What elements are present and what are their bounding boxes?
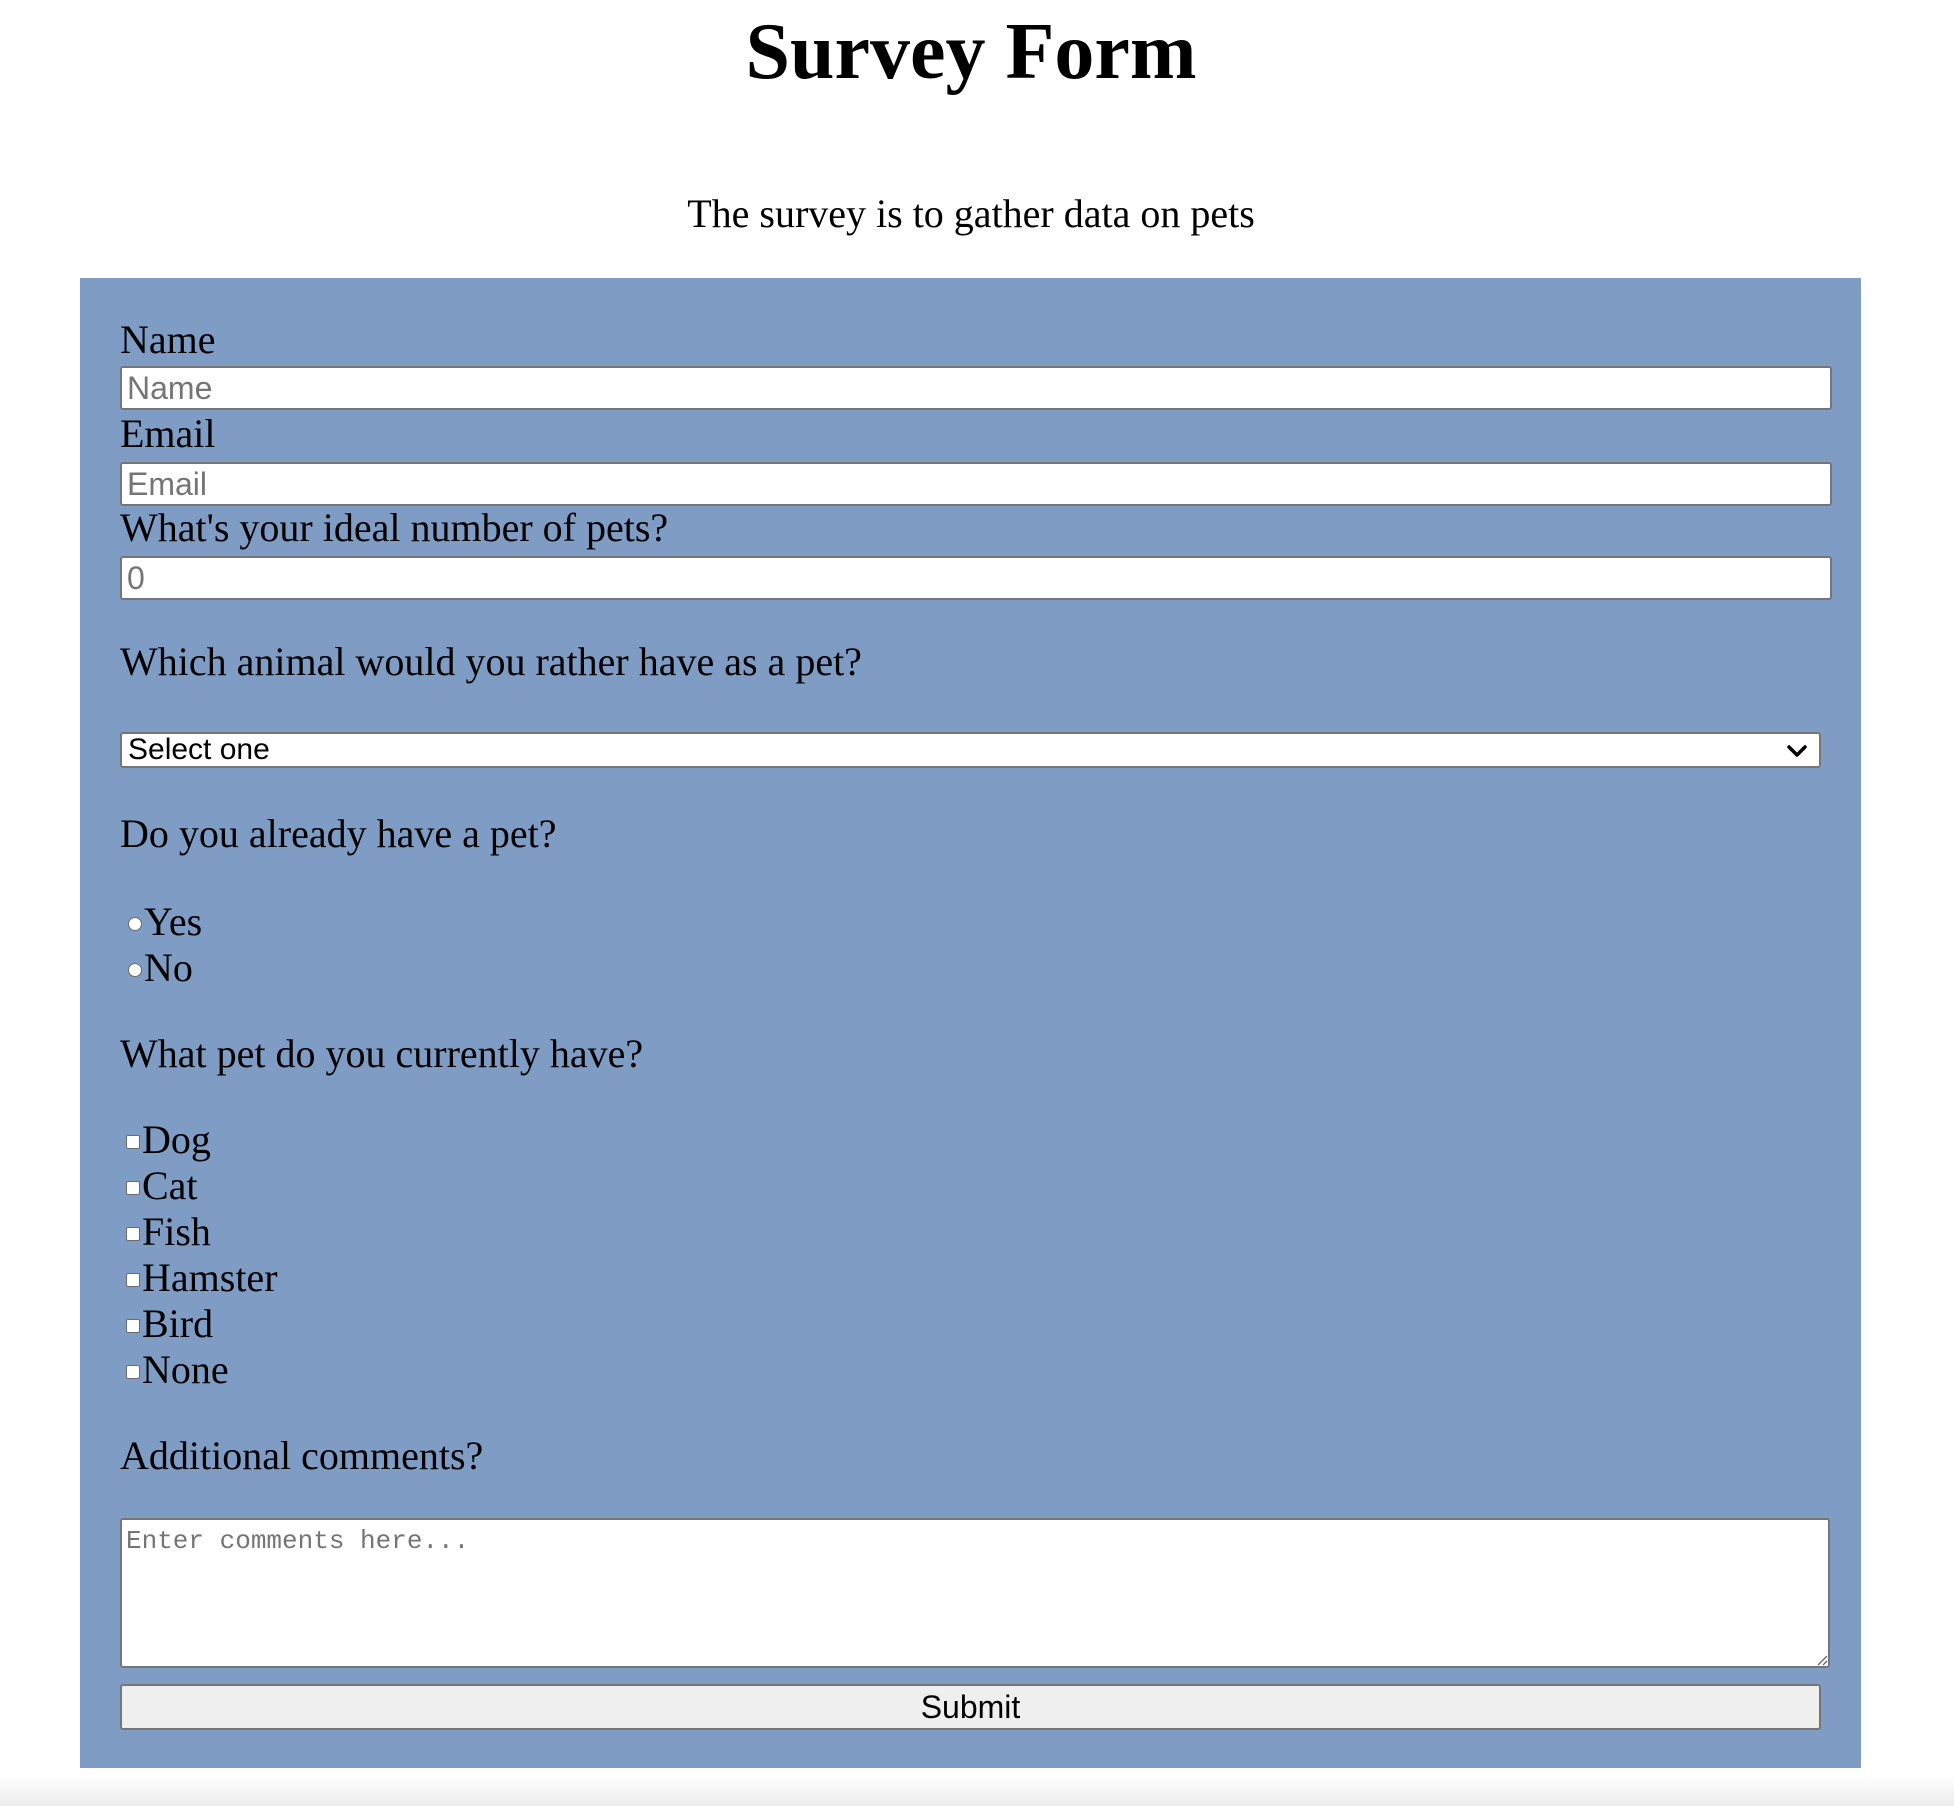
checkbox[interactable] <box>126 1272 140 1287</box>
radio-label: No <box>144 945 193 990</box>
checkbox-label: Bird <box>142 1301 214 1346</box>
name-input[interactable] <box>120 366 1832 410</box>
checkbox-label: Cat <box>142 1163 198 1208</box>
dropdown-selected-value: Select one <box>128 733 270 766</box>
checkbox-option-fish[interactable]: Fish <box>120 1210 211 1254</box>
resize-grip-icon[interactable] <box>1816 1654 1828 1666</box>
number-label: What's your ideal number of pets? <box>120 505 669 550</box>
radio-option-no[interactable]: No <box>120 946 193 990</box>
page-title: Survey Form <box>745 8 1197 96</box>
checkbox-label: Fish <box>142 1209 211 1254</box>
has-pet-question: Do you already have a pet? <box>120 811 557 856</box>
survey-form: Name Email What's your ideal number of p… <box>80 278 1861 1768</box>
current-pets-question: What pet do you currently have? <box>120 1031 644 1076</box>
radio-button[interactable] <box>128 962 142 977</box>
checkbox-option-dog[interactable]: Dog <box>120 1118 211 1162</box>
checkbox[interactable] <box>126 1364 140 1379</box>
bottom-shadow <box>0 1776 1954 1806</box>
radio-option-yes[interactable]: Yes <box>120 900 202 944</box>
checkbox-option-cat[interactable]: Cat <box>120 1164 198 1208</box>
page-description: The survey is to gather data on pets <box>687 191 1255 236</box>
animal-question: Which animal would you rather have as a … <box>120 639 862 684</box>
submit-button[interactable]: Submit <box>120 1684 1821 1730</box>
checkbox-label: None <box>142 1347 229 1392</box>
checkbox-label: Hamster <box>142 1255 278 1300</box>
checkbox-option-none[interactable]: None <box>120 1348 229 1392</box>
number-input[interactable] <box>120 556 1832 600</box>
checkbox[interactable] <box>126 1318 140 1333</box>
chevron-down-icon <box>1787 745 1807 757</box>
checkbox-option-hamster[interactable]: Hamster <box>120 1256 278 1300</box>
email-input[interactable] <box>120 462 1832 506</box>
radio-label: Yes <box>144 899 203 944</box>
comments-textarea[interactable] <box>120 1518 1830 1668</box>
checkbox-option-bird[interactable]: Bird <box>120 1302 213 1346</box>
checkbox[interactable] <box>126 1134 140 1149</box>
comments-question: Additional comments? <box>120 1433 484 1478</box>
radio-button[interactable] <box>128 916 142 931</box>
checkbox-label: Dog <box>142 1117 211 1162</box>
email-label: Email <box>120 411 216 456</box>
name-label: Name <box>120 317 216 362</box>
animal-dropdown[interactable]: Select one <box>120 732 1821 768</box>
checkbox[interactable] <box>126 1180 140 1195</box>
checkbox[interactable] <box>126 1226 140 1241</box>
